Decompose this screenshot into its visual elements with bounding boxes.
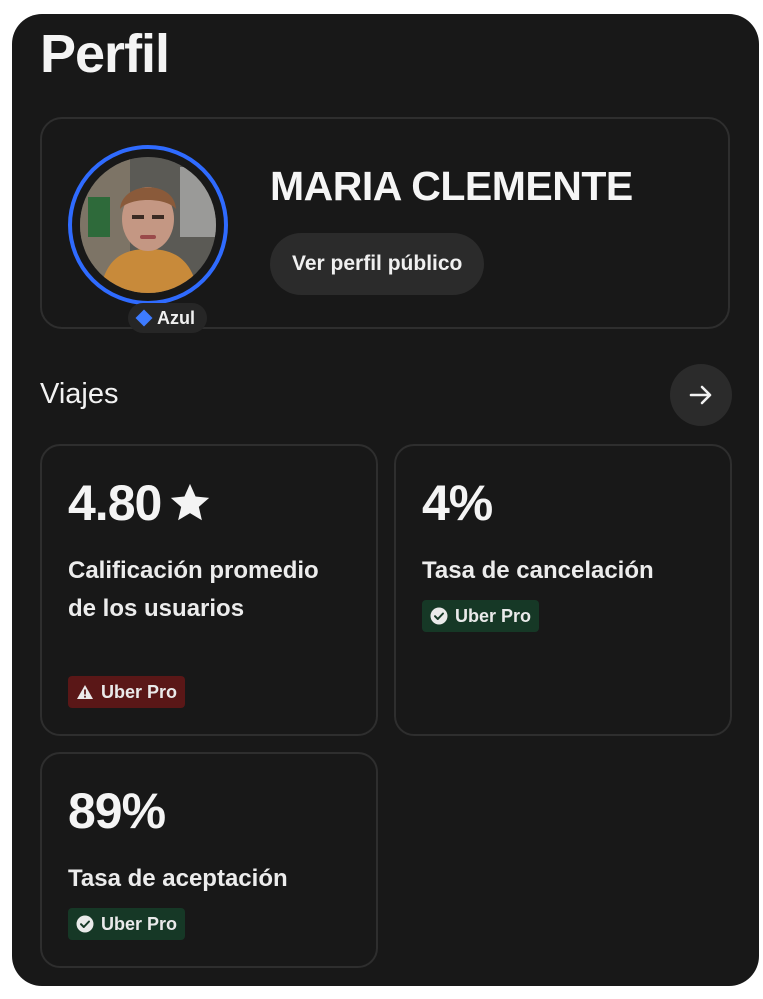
profile-card: Azul MARIA CLEMENTE Ver perfil público [40, 117, 730, 333]
acceptance-value: 89% [68, 783, 166, 839]
acceptance-badge-label: Uber Pro [101, 913, 178, 934]
star-icon [171, 483, 210, 521]
arrow-right-icon [689, 385, 712, 405]
profile-screen: Perfil Azul MARIA CLEMENTE Ver perfil pú… [12, 14, 759, 986]
acceptance-card[interactable]: 89% Tasa de aceptación Uber Pro [40, 752, 378, 968]
tier-badge-label: Azul [157, 307, 195, 328]
rating-value: 4.80 [68, 475, 162, 531]
rating-card[interactable]: 4.80 Calificación promedio de los usuari… [40, 444, 378, 736]
trips-section-title: Viajes [40, 378, 119, 410]
profile-name: MARIA CLEMENTE [270, 163, 633, 209]
view-public-profile-button[interactable]: Ver perfil público [270, 233, 485, 295]
rating-uber-pro-badge: Uber Pro [68, 676, 186, 708]
avatar-tier-ring[interactable]: Azul [68, 145, 228, 333]
cancellation-badge-label: Uber Pro [455, 605, 532, 626]
cancellation-label: Tasa de cancelación [422, 557, 654, 584]
warning-triangle-icon [77, 685, 93, 699]
rating-badge-label: Uber Pro [101, 681, 178, 702]
cancellation-uber-pro-badge: Uber Pro [422, 600, 540, 632]
check-circle-icon [76, 915, 94, 933]
acceptance-label: Tasa de aceptación [68, 865, 288, 892]
page-title: Perfil [40, 24, 170, 84]
avatar [80, 157, 216, 293]
rating-label: Calificación promedio de los usuarios [68, 557, 319, 622]
check-circle-icon [430, 607, 448, 625]
rating-value-row: 4.80 [68, 474, 213, 532]
cancellation-value: 4% [422, 475, 493, 531]
acceptance-uber-pro-badge: Uber Pro [68, 908, 186, 940]
trips-arrow-button[interactable] [670, 364, 732, 426]
tier-badge: Azul [128, 303, 207, 333]
diamond-icon [135, 309, 153, 327]
cancellation-card[interactable]: 4% Tasa de cancelación Uber Pro [394, 444, 732, 736]
